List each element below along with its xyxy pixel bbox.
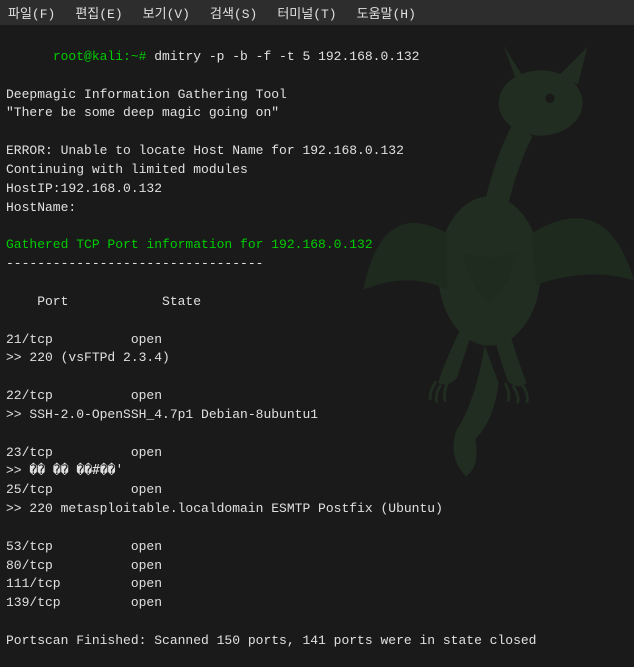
port-header-line: Port State <box>6 293 628 312</box>
separator-line: --------------------------------- <box>6 255 628 274</box>
menu-view[interactable]: 보기(V) <box>139 2 194 23</box>
port-80-line: 80/tcp open <box>6 557 628 576</box>
command-text-1: dmitry -p -b -f -t 5 192.168.0.132 <box>146 49 419 64</box>
menu-edit[interactable]: 편집(E) <box>71 2 126 23</box>
output-line-19 <box>6 425 628 444</box>
prompt-separator-1: :~# <box>123 49 146 64</box>
gathered-tcp-line: Gathered TCP Port information for 192.16… <box>6 236 628 255</box>
port-23-line: 23/tcp open <box>6 444 628 463</box>
menu-terminal[interactable]: 터미널(T) <box>273 2 340 23</box>
menu-help[interactable]: 도움말(H) <box>353 2 420 23</box>
error-line-1: ERROR: Unable to locate Host Name for 19… <box>6 142 628 161</box>
output-line-7: HostName: <box>6 199 628 218</box>
output-line-6: HostIP:192.168.0.132 <box>6 180 628 199</box>
output-line-5: Continuing with limited modules <box>6 161 628 180</box>
output-line-24 <box>6 519 628 538</box>
output-line-3 <box>6 123 628 142</box>
output-line-11 <box>6 274 628 293</box>
port-111-line: 111/tcp open <box>6 575 628 594</box>
port-22-line: 22/tcp open <box>6 387 628 406</box>
port-139-line: 139/tcp open <box>6 594 628 613</box>
port-21-banner: >> 220 (vsFTPd 2.3.4) <box>6 349 628 368</box>
output-line-1: Deepmagic Information Gathering Tool <box>6 86 628 105</box>
menu-search[interactable]: 검색(S) <box>206 2 261 23</box>
port-25-line: 25/tcp open <box>6 481 628 500</box>
menu-file[interactable]: 파일(F) <box>4 2 59 23</box>
port-23-banner: >> �� �� ��#��' <box>6 462 628 481</box>
port-22-banner: >> SSH-2.0-OpenSSH_4.7p1 Debian-8ubuntu1 <box>6 406 628 425</box>
port-25-banner: >> 220 metasploitable.localdomain ESMTP … <box>6 500 628 519</box>
prompt-user-1: root@kali <box>53 49 123 64</box>
output-line-13 <box>6 312 628 331</box>
output-line-31 <box>6 651 628 667</box>
output-line-2: "There be some deep magic going on" <box>6 104 628 123</box>
command-line-1: root@kali:~# dmitry -p -b -f -t 5 192.16… <box>6 29 628 86</box>
portscan-finished-line: Portscan Finished: Scanned 150 ports, 14… <box>6 632 628 651</box>
menu-bar: 파일(F) 편집(E) 보기(V) 검색(S) 터미널(T) 도움말(H) <box>0 0 634 25</box>
port-53-line: 53/tcp open <box>6 538 628 557</box>
terminal-body[interactable]: root@kali:~# dmitry -p -b -f -t 5 192.16… <box>0 25 634 667</box>
output-line-8 <box>6 217 628 236</box>
output-line-29 <box>6 613 628 632</box>
terminal-window: 파일(F) 편집(E) 보기(V) 검색(S) 터미널(T) 도움말(H) <box>0 0 634 667</box>
port-21-line: 21/tcp open <box>6 331 628 350</box>
output-line-16 <box>6 368 628 387</box>
